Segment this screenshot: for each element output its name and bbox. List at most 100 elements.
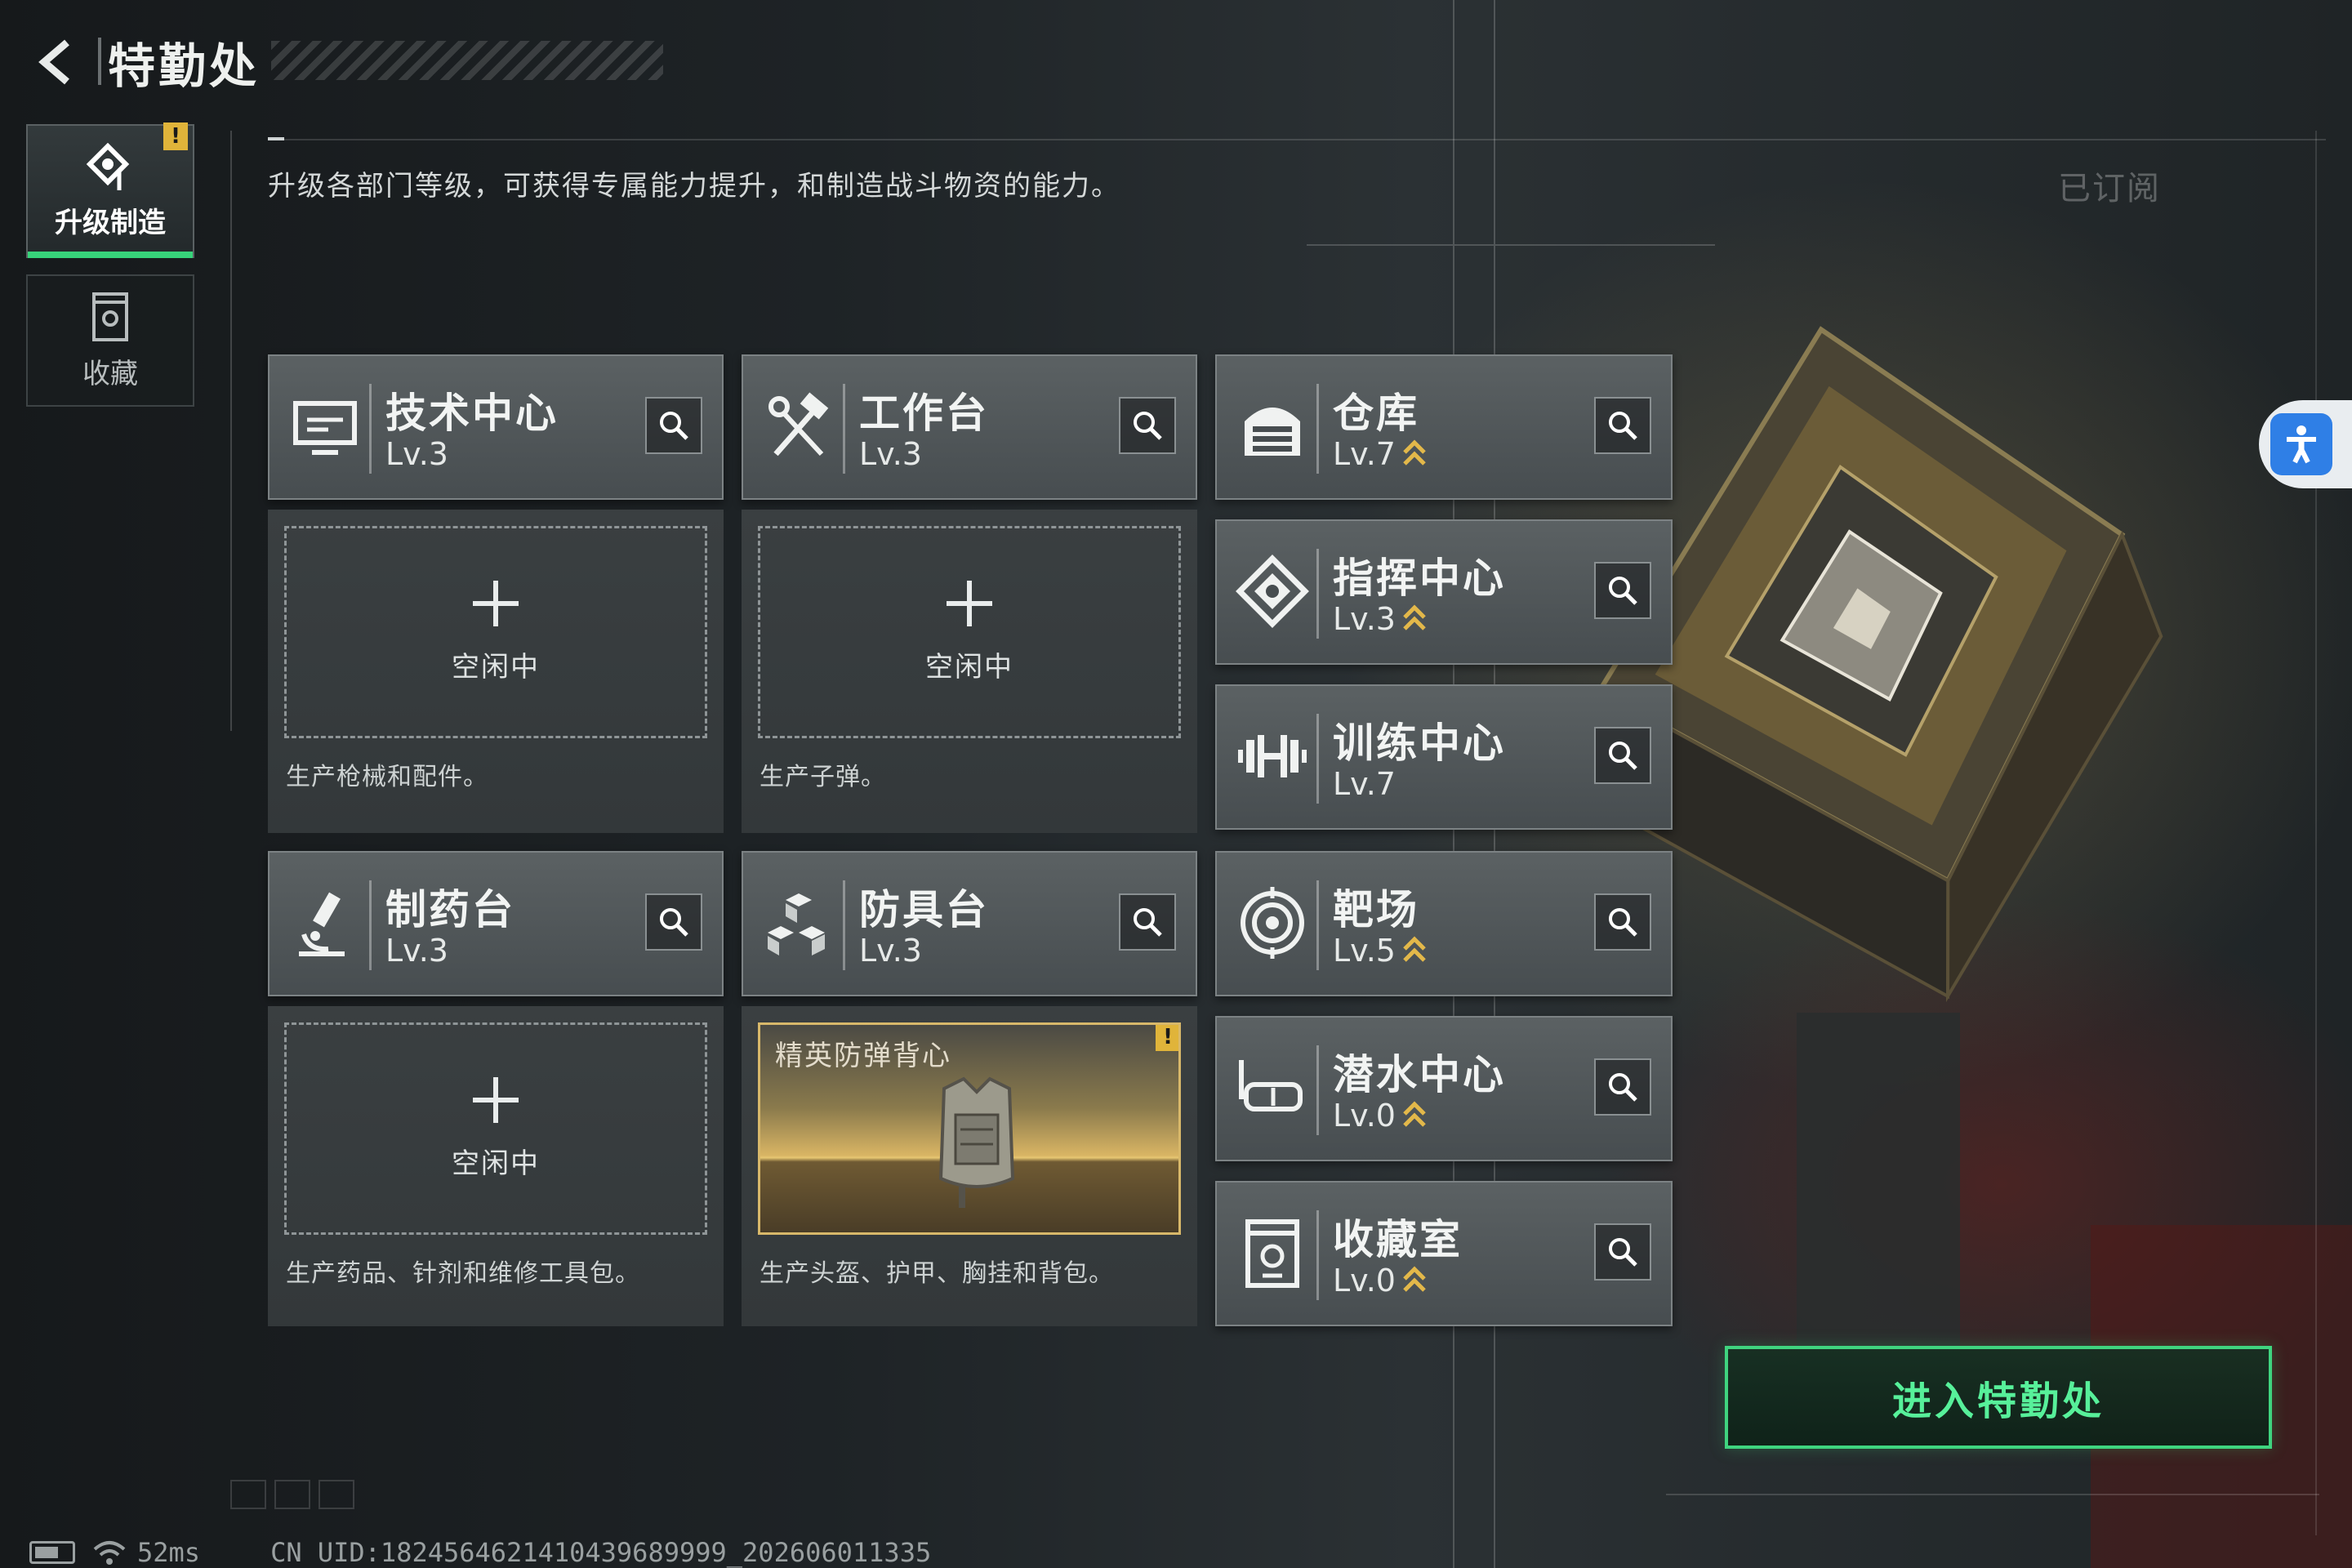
plus-icon	[473, 1076, 519, 1123]
header-separator	[1316, 714, 1319, 804]
decorative-squares	[230, 1480, 354, 1509]
idle-production-slot[interactable]: 空闲中	[284, 526, 707, 738]
header-separator	[1316, 1210, 1319, 1300]
facility-name: 潜水中心	[1333, 1051, 1506, 1098]
accessibility-icon	[2270, 413, 2332, 475]
product-name: 精英防弹背心	[775, 1040, 951, 1072]
header-separator	[843, 880, 845, 970]
facility-name: 仓库	[1333, 390, 1419, 437]
blocks-icon	[768, 893, 825, 956]
search-icon	[1609, 1073, 1637, 1102]
warehouse-icon	[1245, 408, 1300, 456]
facility-command-center[interactable]: 指挥中心 Lv.3	[1215, 519, 1673, 665]
facility-warehouse[interactable]: 仓库 Lv.7	[1215, 354, 1673, 500]
trophy-icon	[1245, 1219, 1299, 1288]
inspect-button[interactable]	[1119, 893, 1176, 951]
search-icon	[1609, 742, 1637, 770]
facility-level: Lv.3	[859, 933, 922, 969]
target-icon	[1241, 887, 1304, 959]
back-button[interactable]	[24, 29, 90, 95]
facility-training-center[interactable]: 训练中心 Lv.7	[1215, 684, 1673, 830]
slot-status: 空闲中	[452, 1147, 540, 1180]
facility-name: 制药台	[385, 886, 515, 933]
upgrade-available-icon	[1403, 439, 1426, 466]
search-icon	[1609, 577, 1637, 605]
tab-collection-label: 收藏	[82, 357, 138, 390]
facility-name: 指挥中心	[1333, 555, 1506, 602]
facility-name: 工作台	[859, 390, 989, 437]
active-production-slot[interactable]: 精英防弹背心 !	[758, 1022, 1181, 1235]
header-separator	[369, 384, 372, 474]
wifi-icon	[93, 1541, 126, 1565]
enter-special-ops-button[interactable]: 进入特勤处	[1725, 1346, 2272, 1449]
facility-header-workbench[interactable]: 工作台 Lv.3	[742, 354, 1197, 500]
inspect-button[interactable]	[1594, 1223, 1651, 1281]
upgrade-gear-icon	[86, 142, 130, 190]
inspect-button[interactable]	[645, 893, 702, 951]
inspect-button[interactable]	[1594, 727, 1651, 784]
tab-collection[interactable]: 收藏	[26, 274, 194, 407]
plus-icon	[473, 580, 519, 626]
production-description: 生产枪械和配件。	[286, 763, 488, 791]
production-panel-armor-bench: 精英防弹背心 ! 生产头盔、护甲、胸挂和背包。	[742, 1006, 1197, 1326]
facility-name: 防具台	[859, 886, 989, 933]
command-icon	[1236, 555, 1309, 628]
status-bar: 52ms CN UID:1824564621410439689999_20260…	[29, 1537, 931, 1568]
facility-name: 技术中心	[385, 390, 559, 437]
facility-level: Lv.7	[1333, 436, 1427, 472]
facility-level: Lv.3	[385, 436, 448, 472]
upgrade-available-icon	[1403, 936, 1426, 962]
facility-diving-center[interactable]: 潜水中心 Lv.0	[1215, 1016, 1673, 1161]
facility-shooting-range[interactable]: 靶场 Lv.5	[1215, 851, 1673, 996]
hammer-wrench-icon	[768, 392, 829, 457]
facility-level: Lv.3	[859, 436, 922, 472]
slot-status: 空闲中	[925, 650, 1013, 684]
header-separator	[1316, 384, 1319, 474]
facility-level: Lv.5	[1333, 933, 1427, 969]
upgrade-available-icon	[1403, 604, 1426, 630]
production-panel-workbench: 空闲中 生产子弹。	[742, 510, 1197, 833]
facility-header-armor-bench[interactable]: 防具台 Lv.3	[742, 851, 1197, 996]
title-stripes	[271, 41, 663, 80]
tab-upgrade-label: 升级制造	[55, 206, 166, 239]
enter-button-label: 进入特勤处	[1891, 1379, 2105, 1424]
slot-status: 空闲中	[452, 650, 540, 684]
idle-production-slot[interactable]: 空闲中	[758, 526, 1181, 738]
search-icon	[1609, 908, 1637, 937]
inspect-button[interactable]	[645, 397, 702, 454]
facility-collection-room[interactable]: 收藏室 Lv.0	[1215, 1181, 1673, 1326]
search-icon	[1609, 1238, 1637, 1267]
nav-divider	[230, 131, 232, 731]
inspect-button[interactable]	[1119, 397, 1176, 454]
warning-badge: !	[1156, 1025, 1178, 1051]
page-title: 特勤处	[108, 38, 261, 94]
diving-mask-icon	[1239, 1060, 1303, 1111]
header-separator	[1316, 549, 1319, 639]
header-rule	[268, 139, 2326, 140]
battery-icon	[29, 1541, 75, 1564]
plus-icon	[947, 580, 992, 626]
inspect-button[interactable]	[1594, 1058, 1651, 1116]
facility-level: Lv.0	[1333, 1263, 1427, 1298]
facility-level: Lv.3	[1333, 601, 1427, 637]
header-separator	[1316, 880, 1319, 970]
title-bar: 特勤处	[108, 29, 663, 95]
search-icon	[660, 412, 688, 440]
tab-upgrade-manufacture[interactable]: ! 升级制造	[26, 122, 194, 258]
accessibility-button[interactable]	[2259, 400, 2352, 488]
facility-header-tech-center[interactable]: 技术中心 Lv.3	[268, 354, 724, 500]
facility-header-pharmacy[interactable]: 制药台 Lv.3	[268, 851, 724, 996]
inspect-button[interactable]	[1594, 562, 1651, 619]
facility-level: Lv.3	[385, 933, 448, 969]
facility-name: 训练中心	[1333, 719, 1506, 767]
facility-name: 收藏室	[1333, 1216, 1463, 1263]
production-panel-pharmacy: 空闲中 生产药品、针剂和维修工具包。	[268, 1006, 724, 1326]
search-icon	[1134, 908, 1162, 937]
inspect-button[interactable]	[1594, 893, 1651, 951]
title-divider	[98, 38, 101, 85]
subscribed-status: 已订阅	[2058, 170, 2161, 207]
idle-production-slot[interactable]: 空闲中	[284, 1022, 707, 1235]
inspect-button[interactable]	[1594, 397, 1651, 454]
production-description: 生产药品、针剂和维修工具包。	[286, 1259, 640, 1288]
warning-badge: !	[163, 122, 188, 150]
